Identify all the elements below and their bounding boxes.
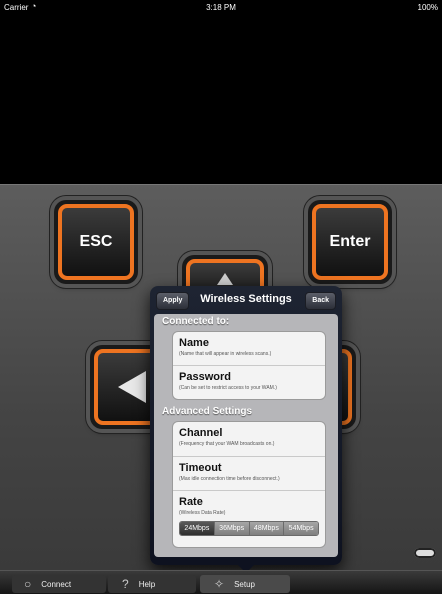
name-row-title: Name (179, 337, 209, 349)
rate-segmented-control: 24Mbps 36Mbps 48Mbps 54Mbps (179, 521, 319, 536)
esc-key-label: ESC (58, 204, 134, 280)
status-time: 3:18 PM (206, 3, 236, 12)
arrow-left-icon (118, 371, 146, 403)
back-button[interactable]: Back (305, 292, 336, 310)
rate-option-24[interactable]: 24Mbps (180, 522, 214, 535)
esc-key[interactable]: ESC (54, 200, 138, 284)
volume-slider-knob[interactable] (414, 548, 436, 558)
tab-bar: ○ Connect ? Help ✧ Setup (0, 570, 442, 594)
wrench-icon: ✧ (214, 577, 225, 591)
tab-connect[interactable]: ○ Connect (12, 575, 106, 593)
tab-help[interactable]: ? Help (108, 575, 196, 593)
connection-settings-group: Name (Name that will appear in wireless … (172, 331, 326, 400)
channel-row-title: Channel (179, 427, 223, 439)
popover-body: Connected to: Name (Name that will appea… (154, 314, 338, 557)
tab-setup[interactable]: ✧ Setup (200, 575, 290, 593)
rate-row: Rate (Wireless Data Rate) 24Mbps 36Mbps … (173, 490, 325, 547)
rate-row-subtitle: (Wireless Data Rate) (179, 510, 226, 516)
tab-connect-label: Connect (41, 579, 72, 589)
popover-header: Apply Wireless Settings Back (150, 286, 342, 314)
name-row-subtitle: (Name that will appear in wireless scans… (179, 351, 272, 357)
section-connected-title: Connected to: (162, 316, 230, 327)
enter-key[interactable]: Enter (308, 200, 392, 284)
tab-help-label: Help (138, 579, 156, 589)
tab-setup-label: Setup (234, 579, 255, 589)
timeout-row-subtitle: (Max idle connection time before disconn… (179, 476, 280, 482)
timeout-row-title: Timeout (179, 462, 222, 474)
enter-key-label: Enter (312, 204, 388, 280)
help-icon: ? (122, 577, 129, 591)
battery-label: 100% (417, 3, 438, 12)
rate-option-48[interactable]: 48Mbps (248, 522, 284, 535)
rate-option-54[interactable]: 54Mbps (283, 522, 318, 535)
rate-row-title: Rate (179, 496, 203, 508)
rate-option-36[interactable]: 36Mbps (213, 522, 249, 535)
arrow-up-icon (217, 273, 233, 285)
password-row-title: Password (179, 371, 231, 383)
advanced-settings-group: Channel (Frequency that your WAM broadca… (172, 421, 326, 548)
wireless-settings-popover: Apply Wireless Settings Back Connected t… (150, 286, 342, 573)
remote-screen-view[interactable] (0, 14, 442, 184)
timeout-row[interactable]: Timeout (Max idle connection time before… (173, 456, 325, 490)
search-icon: ○ (24, 577, 32, 591)
channel-row[interactable]: Channel (Frequency that your WAM broadca… (173, 422, 325, 456)
channel-row-subtitle: (Frequency that your WAM broadcasts on.) (179, 441, 275, 447)
name-row[interactable]: Name (Name that will appear in wireless … (173, 332, 325, 365)
password-row-subtitle: (Can be set to restrict access to your W… (179, 385, 277, 391)
password-row[interactable]: Password (Can be set to restrict access … (173, 365, 325, 398)
status-bar: Carrier ◔ 3:18 PM 100% (0, 0, 442, 14)
section-advanced-title: Advanced Settings (162, 406, 253, 417)
